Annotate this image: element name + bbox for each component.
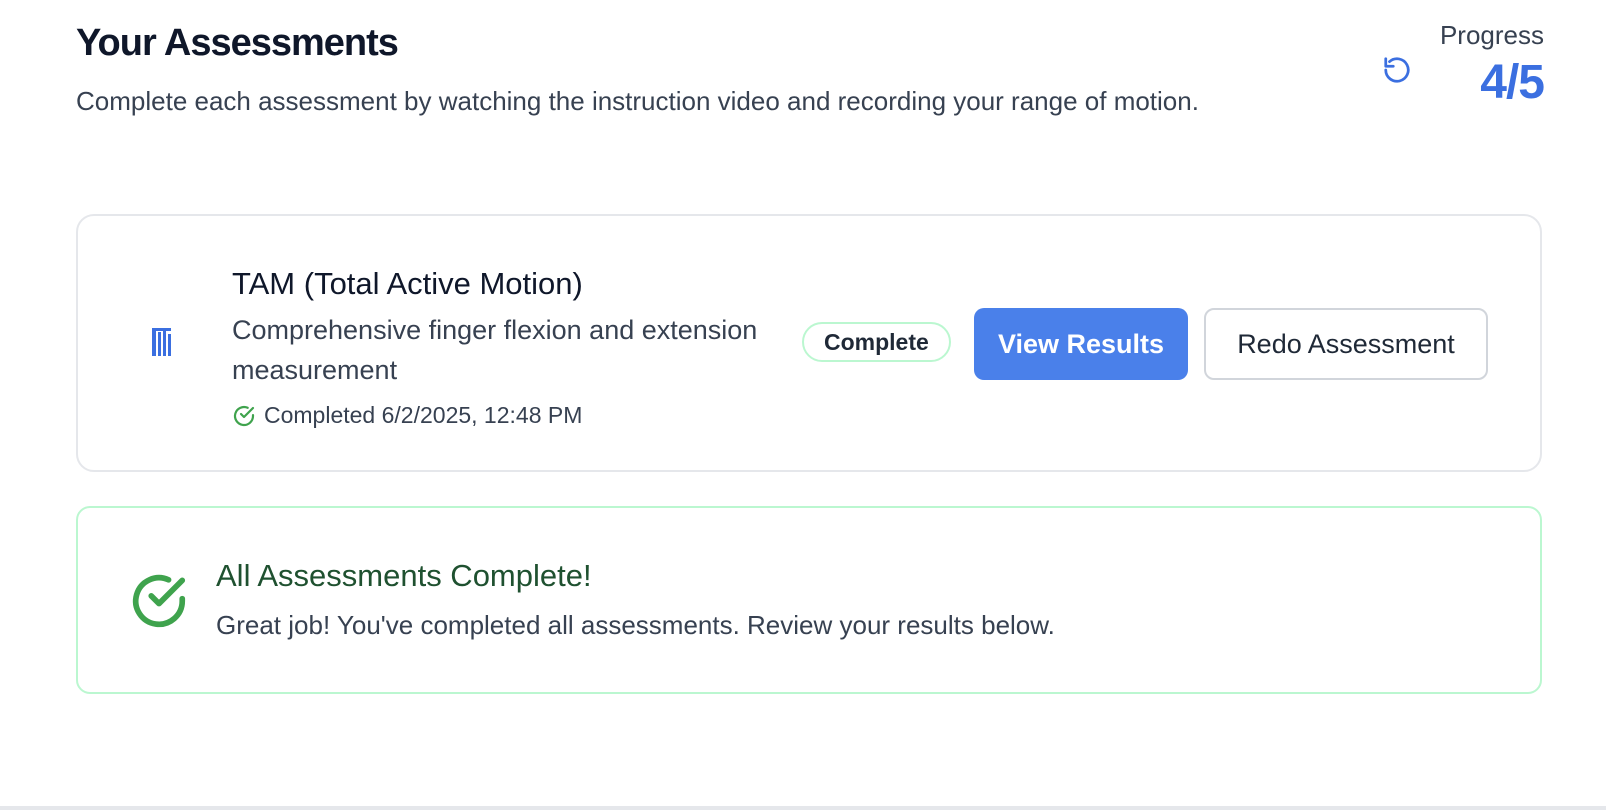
banner-text: Great job! You've completed all assessme…: [216, 610, 1055, 640]
assessment-card: TAM (Total Active Motion) Comprehensive …: [76, 214, 1542, 472]
progress-block: Progress 4/5: [1439, 20, 1545, 110]
bottom-divider: [0, 806, 1606, 810]
refresh-icon: [1384, 57, 1410, 83]
completed-timestamp: Completed 6/2/2025, 12:48 PM: [232, 402, 802, 429]
status-badge: Complete: [802, 322, 951, 362]
redo-assessment-button[interactable]: Redo Assessment: [1204, 308, 1488, 380]
assessment-description: Comprehensive finger flexion and extensi…: [232, 315, 758, 385]
page-header: Your Assessments Complete each assessmen…: [76, 0, 1545, 170]
check-circle-icon: [132, 574, 186, 628]
assessments-page: Your Assessments Complete each assessmen…: [76, 0, 1545, 694]
progress-value: 4/5: [1480, 56, 1545, 109]
check-circle-icon: [233, 405, 255, 426]
view-results-button[interactable]: View Results: [974, 308, 1188, 380]
refresh-button[interactable]: [1379, 52, 1415, 88]
completed-text: Completed 6/2/2025, 12:48 PM: [264, 402, 583, 428]
page-title: Your Assessments: [76, 22, 399, 64]
assessment-text: TAM (Total Active Motion) Comprehensive …: [232, 266, 802, 429]
completion-banner: All Assessments Complete! Great job! You…: [76, 506, 1542, 694]
hand-bars-icon: [152, 328, 171, 356]
banner-title: All Assessments Complete!: [216, 558, 592, 593]
page-subtitle: Complete each assessment by watching the…: [76, 86, 1199, 116]
assessment-title: TAM (Total Active Motion): [232, 266, 583, 301]
progress-label: Progress: [1439, 20, 1544, 50]
